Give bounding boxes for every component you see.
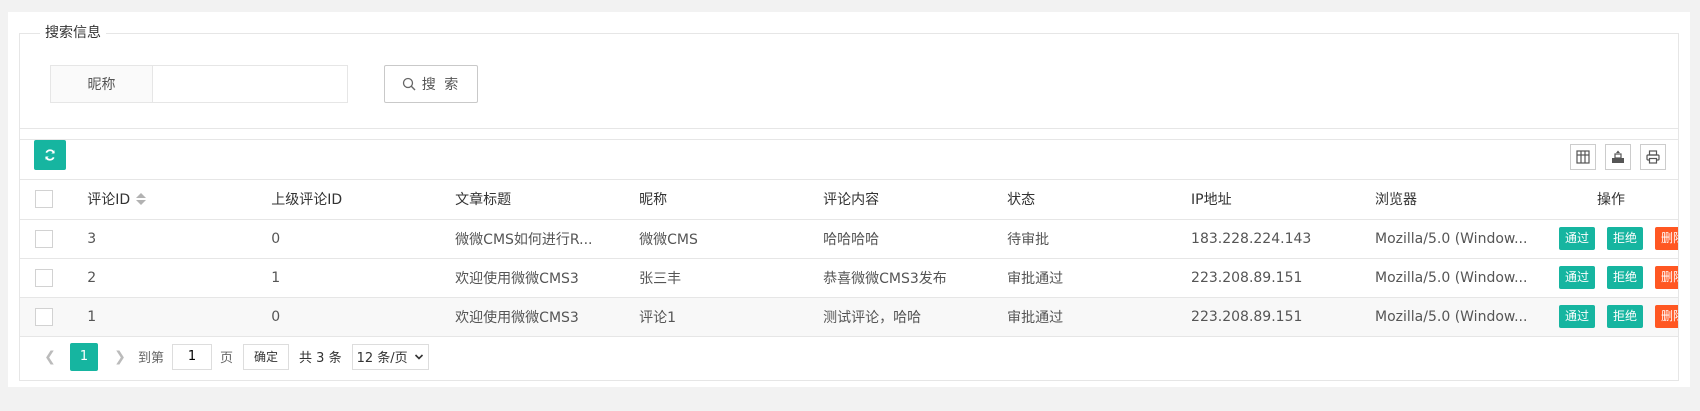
cell-content: 哈哈哈哈 bbox=[823, 231, 880, 248]
cell-status: 审批通过 bbox=[1007, 270, 1064, 287]
next-page-icon[interactable]: ❯ bbox=[110, 349, 130, 365]
prev-page-icon[interactable]: ❮ bbox=[40, 349, 60, 365]
cell-content: 测试评论，哈哈 bbox=[823, 309, 922, 326]
print-icon bbox=[1646, 150, 1660, 164]
search-button-label: 搜 索 bbox=[421, 77, 461, 93]
row-actions: 通过 拒绝 删除 bbox=[1558, 266, 1678, 289]
cell-status: 审批通过 bbox=[1007, 309, 1064, 326]
cell-content: 恭喜微微CMS3发布 bbox=[823, 270, 947, 287]
cell-ip: 223.208.89.151 bbox=[1191, 308, 1303, 325]
goto-confirm-button[interactable]: 确定 bbox=[243, 343, 290, 370]
cell-parent: 1 bbox=[271, 269, 281, 286]
nickname-label: 昵称 bbox=[51, 66, 153, 102]
nickname-search-group: 昵称 bbox=[50, 65, 348, 103]
header-status: 状态 bbox=[992, 180, 1177, 219]
goto-label: 到第 bbox=[138, 351, 165, 366]
comments-table: 评论ID 上级评论ID 文章标题 昵称 评论内容 状态 IP地址 浏览器 操作 bbox=[20, 180, 1678, 337]
header-content: 评论内容 bbox=[808, 180, 993, 219]
delete-button[interactable]: 删除 bbox=[1655, 266, 1678, 289]
row-checkbox[interactable] bbox=[35, 268, 53, 287]
row-actions: 通过 拒绝 删除 bbox=[1558, 227, 1678, 250]
reject-button[interactable]: 拒绝 bbox=[1607, 227, 1644, 250]
approve-button[interactable]: 通过 bbox=[1558, 305, 1595, 328]
header-actions: 操作 bbox=[1543, 180, 1678, 219]
goto-page-input[interactable] bbox=[172, 343, 213, 370]
row-checkbox[interactable] bbox=[35, 229, 53, 248]
cell-ip: 223.208.89.151 bbox=[1191, 269, 1303, 286]
reject-button[interactable]: 拒绝 bbox=[1607, 305, 1644, 328]
table-header-row: 评论ID 上级评论ID 文章标题 昵称 评论内容 状态 IP地址 浏览器 操作 bbox=[20, 180, 1678, 219]
cell-id: 1 bbox=[87, 308, 97, 325]
columns-button[interactable] bbox=[1570, 144, 1596, 170]
table-row: 1 0 欢迎使用微微CMS3 评论1 测试评论，哈哈 审批通过 223.208.… bbox=[20, 297, 1678, 336]
header-ip: IP地址 bbox=[1176, 180, 1361, 219]
sort-icon[interactable] bbox=[136, 193, 147, 206]
cell-parent: 0 bbox=[271, 230, 281, 247]
nickname-input[interactable] bbox=[153, 66, 347, 102]
table-row: 2 1 欢迎使用微微CMS3 张三丰 恭喜微微CMS3发布 审批通过 223.2… bbox=[20, 258, 1678, 297]
approve-button[interactable]: 通过 bbox=[1558, 227, 1595, 250]
cell-nickname: 评论1 bbox=[639, 309, 677, 326]
search-fieldset: 搜索信息 昵称 搜 索 bbox=[19, 23, 1679, 140]
search-button[interactable]: 搜 索 bbox=[384, 65, 478, 103]
reject-button[interactable]: 拒绝 bbox=[1607, 266, 1644, 289]
cell-id: 3 bbox=[87, 230, 97, 247]
table-toolbar bbox=[20, 129, 1678, 180]
main-card: 搜索信息 昵称 搜 索 评论ID 上级评论ID 文章标题 昵称 评论内容 状态 … bbox=[8, 12, 1690, 387]
cell-nickname: 张三丰 bbox=[639, 270, 682, 287]
current-page[interactable]: 1 bbox=[70, 342, 98, 371]
header-comment-id[interactable]: 评论ID bbox=[87, 189, 147, 209]
cell-browser: Mozilla/5.0 (Window... bbox=[1375, 269, 1528, 286]
cell-title: 欢迎使用微微CMS3 bbox=[455, 270, 579, 287]
delete-button[interactable]: 删除 bbox=[1655, 305, 1678, 328]
export-icon bbox=[1612, 150, 1624, 163]
table-container: 评论ID 上级评论ID 文章标题 昵称 评论内容 状态 IP地址 浏览器 操作 bbox=[19, 128, 1679, 381]
refresh-icon bbox=[45, 149, 55, 161]
cell-ip: 183.228.224.143 bbox=[1191, 230, 1312, 247]
page-unit-label: 页 bbox=[220, 351, 234, 366]
header-parent-id: 上级评论ID bbox=[256, 180, 441, 219]
table-tools bbox=[1570, 144, 1666, 170]
columns-icon bbox=[1576, 150, 1590, 164]
header-browser: 浏览器 bbox=[1360, 180, 1544, 219]
search-icon bbox=[402, 77, 416, 91]
cell-parent: 0 bbox=[271, 308, 281, 325]
total-count: 共 3 条 bbox=[299, 351, 342, 366]
row-actions: 通过 拒绝 删除 bbox=[1558, 305, 1678, 328]
cell-browser: Mozilla/5.0 (Window... bbox=[1375, 308, 1528, 325]
cell-status: 待审批 bbox=[1007, 231, 1050, 248]
refresh-button[interactable] bbox=[34, 140, 66, 170]
cell-title: 欢迎使用微微CMS3 bbox=[455, 309, 579, 326]
delete-button[interactable]: 删除 bbox=[1655, 227, 1678, 250]
cell-browser: Mozilla/5.0 (Window... bbox=[1375, 230, 1528, 247]
search-legend: 搜索信息 bbox=[40, 23, 106, 43]
table-row: 3 0 微微CMS如何进行R... 微微CMS 哈哈哈哈 待审批 183.228… bbox=[20, 219, 1678, 258]
header-nickname: 昵称 bbox=[624, 180, 809, 219]
export-button[interactable] bbox=[1605, 144, 1631, 170]
header-article-title: 文章标题 bbox=[440, 180, 625, 219]
page-size-select[interactable]: 12 条/页 bbox=[351, 343, 429, 370]
cell-id: 2 bbox=[87, 269, 97, 286]
row-checkbox[interactable] bbox=[35, 307, 53, 326]
cell-title: 微微CMS如何进行R... bbox=[455, 231, 593, 248]
cell-nickname: 微微CMS bbox=[639, 231, 698, 248]
select-all-checkbox[interactable] bbox=[35, 190, 53, 209]
pagination: ❮ 1 ❯ 到第 页 确定 共 3 条 12 条/页 bbox=[20, 337, 1678, 377]
chevron-down-icon bbox=[414, 353, 423, 360]
approve-button[interactable]: 通过 bbox=[1558, 266, 1595, 289]
print-button[interactable] bbox=[1640, 144, 1666, 170]
